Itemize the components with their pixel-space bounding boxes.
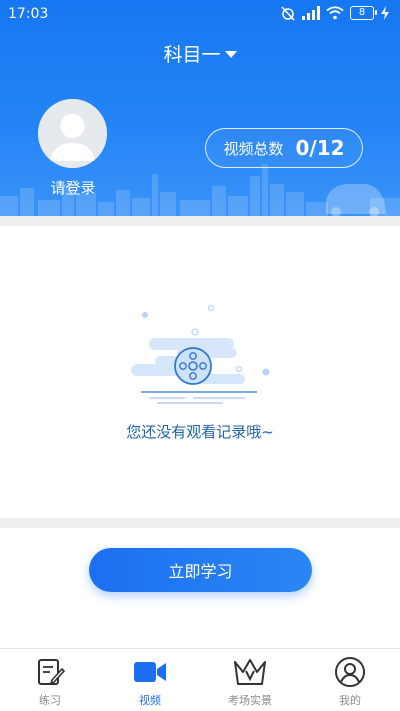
charging-icon (381, 6, 389, 20)
start-study-button[interactable]: 立即学习 (89, 548, 312, 592)
status-icons: 8 (280, 5, 390, 21)
bottom-tab-bar: 练习 视频 考场实景 我的 (0, 648, 400, 711)
tab-label: 我的 (339, 694, 361, 707)
signal-icon (302, 6, 320, 20)
header: 17:03 8 科目一 视频总数 0/12 (0, 0, 400, 216)
caret-down-icon (224, 51, 237, 58)
tab-exam-scene[interactable]: 考场实景 (200, 649, 300, 711)
status-time: 17:03 (8, 6, 49, 22)
video-camera-icon (133, 656, 167, 688)
tab-label: 视频 (139, 694, 161, 707)
tab-mine[interactable]: 我的 (300, 649, 400, 711)
empty-film-reel-illustration (131, 304, 270, 404)
alarm-off-icon (281, 6, 295, 21)
divider-band-bottom (0, 518, 400, 528)
divider-band-top (0, 216, 400, 226)
tab-video[interactable]: 视频 (100, 649, 200, 711)
wifi-icon (326, 6, 344, 20)
subject-selector[interactable]: 科目一 (0, 40, 400, 67)
tab-label: 练习 (39, 694, 61, 707)
empty-state-message: 您还没有观看记录哦~ (126, 423, 274, 441)
user-profile-icon (333, 656, 367, 688)
subject-label: 科目一 (163, 44, 221, 66)
tab-practice[interactable]: 练习 (0, 649, 100, 711)
city-skyline-decoration (0, 164, 400, 216)
battery-icon: 8 (350, 6, 377, 20)
notebook-pen-icon (33, 656, 67, 688)
status-bar: 17:03 8 (0, 0, 400, 28)
crown-icon (233, 656, 267, 688)
tab-label: 考场实景 (228, 694, 272, 707)
